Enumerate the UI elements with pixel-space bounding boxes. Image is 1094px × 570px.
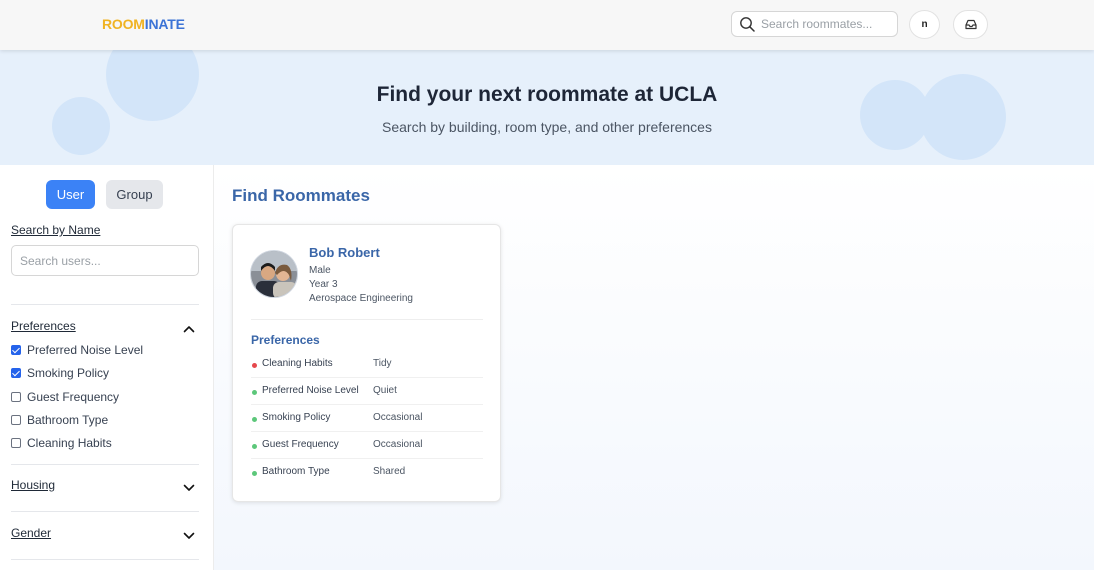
top-navbar: ROOMINATE n bbox=[0, 0, 1094, 50]
logo-part-room: ROOM bbox=[102, 16, 145, 32]
search-by-name-label: Search by Name bbox=[11, 223, 101, 237]
preference-row: Smoking Policy Occasional bbox=[251, 405, 483, 432]
preference-row: Bathroom Type Shared bbox=[251, 459, 483, 486]
inbox-icon bbox=[965, 19, 977, 30]
status-dot-green bbox=[252, 444, 257, 449]
checkbox-label: Guest Frequency bbox=[27, 390, 120, 404]
preference-key: Smoking Policy bbox=[262, 412, 331, 423]
preferences-section-toggle[interactable]: Preferences bbox=[11, 319, 76, 333]
filter-sidebar: User Group Search by Name Preferences Pr… bbox=[0, 165, 214, 570]
roommate-card[interactable]: Bob Robert Male Year 3 Aerospace Enginee… bbox=[232, 224, 501, 502]
status-dot-green bbox=[252, 390, 257, 395]
card-preferences-title: Preferences bbox=[251, 333, 320, 347]
checkbox-checked[interactable] bbox=[11, 345, 21, 355]
checkbox-label: Smoking Policy bbox=[27, 366, 110, 380]
preference-key: Guest Frequency bbox=[262, 439, 339, 450]
hero-subtitle: Search by building, room type, and other… bbox=[382, 119, 712, 135]
preference-value: Occasional bbox=[373, 439, 423, 450]
toggle-group-button[interactable]: Group bbox=[106, 180, 163, 209]
page-title: Find Roommates bbox=[232, 186, 370, 205]
preference-key: Preferred Noise Level bbox=[262, 385, 359, 396]
preference-value: Quiet bbox=[373, 385, 397, 396]
logo[interactable]: ROOMINATE bbox=[102, 16, 185, 32]
preference-checkbox-noise[interactable]: Preferred Noise Level bbox=[11, 342, 143, 358]
preference-row: Cleaning Habits Tidy bbox=[251, 351, 483, 378]
preference-checkbox-cleaning[interactable]: Cleaning Habits bbox=[11, 435, 112, 451]
roommate-year: Year 3 bbox=[309, 279, 338, 290]
checkbox-label: Cleaning Habits bbox=[27, 436, 112, 450]
housing-section-toggle[interactable]: Housing bbox=[11, 478, 55, 492]
roommate-name[interactable]: Bob Robert bbox=[309, 245, 380, 260]
checkbox-unchecked[interactable] bbox=[11, 392, 21, 402]
card-divider bbox=[251, 319, 483, 320]
checkbox-checked[interactable] bbox=[11, 368, 21, 378]
status-dot-green bbox=[252, 471, 257, 476]
hero-banner: Find your next roommate at UCLA Search b… bbox=[0, 50, 1094, 165]
profile-photo bbox=[250, 250, 298, 298]
checkbox-label: Preferred Noise Level bbox=[27, 343, 144, 357]
main-content: Find Roommates Bob Robert Male Year 3 Ae… bbox=[214, 165, 1094, 570]
preference-row: Guest Frequency Occasional bbox=[251, 432, 483, 459]
gender-section-toggle[interactable]: Gender bbox=[11, 526, 51, 540]
preference-value: Tidy bbox=[373, 358, 392, 369]
user-name-search-input[interactable] bbox=[11, 245, 199, 276]
preference-row: Preferred Noise Level Quiet bbox=[251, 378, 483, 405]
preference-checkbox-smoking[interactable]: Smoking Policy bbox=[11, 365, 109, 381]
preference-key: Bathroom Type bbox=[262, 466, 330, 477]
preference-value: Occasional bbox=[373, 412, 423, 423]
divider bbox=[11, 511, 199, 512]
roommate-gender: Male bbox=[309, 265, 331, 276]
status-dot-red bbox=[252, 363, 257, 368]
roommate-search-box[interactable] bbox=[731, 11, 898, 37]
chevron-down-icon[interactable] bbox=[183, 532, 195, 540]
preference-checkbox-bathroom[interactable]: Bathroom Type bbox=[11, 412, 108, 428]
divider bbox=[11, 304, 199, 305]
preference-value: Shared bbox=[373, 466, 406, 477]
checkbox-label: Bathroom Type bbox=[27, 413, 109, 427]
divider bbox=[11, 559, 199, 560]
user-avatar-button[interactable]: n bbox=[909, 10, 940, 39]
logo-part-inate: INATE bbox=[144, 16, 185, 32]
status-dot-green bbox=[252, 417, 257, 422]
checkbox-unchecked[interactable] bbox=[11, 415, 21, 425]
preference-key: Cleaning Habits bbox=[262, 358, 333, 369]
roommate-major: Aerospace Engineering bbox=[309, 293, 413, 304]
divider bbox=[11, 464, 199, 465]
preference-checkbox-guests[interactable]: Guest Frequency bbox=[11, 389, 119, 405]
chevron-up-icon[interactable] bbox=[183, 325, 195, 333]
toggle-user-button[interactable]: User bbox=[46, 180, 95, 209]
search-icon bbox=[740, 17, 755, 32]
roommate-search-input[interactable] bbox=[761, 15, 895, 33]
checkbox-unchecked[interactable] bbox=[11, 438, 21, 448]
chevron-down-icon[interactable] bbox=[183, 484, 195, 492]
inbox-button[interactable] bbox=[953, 10, 988, 39]
hero-title: Find your next roommate at UCLA bbox=[376, 83, 718, 106]
